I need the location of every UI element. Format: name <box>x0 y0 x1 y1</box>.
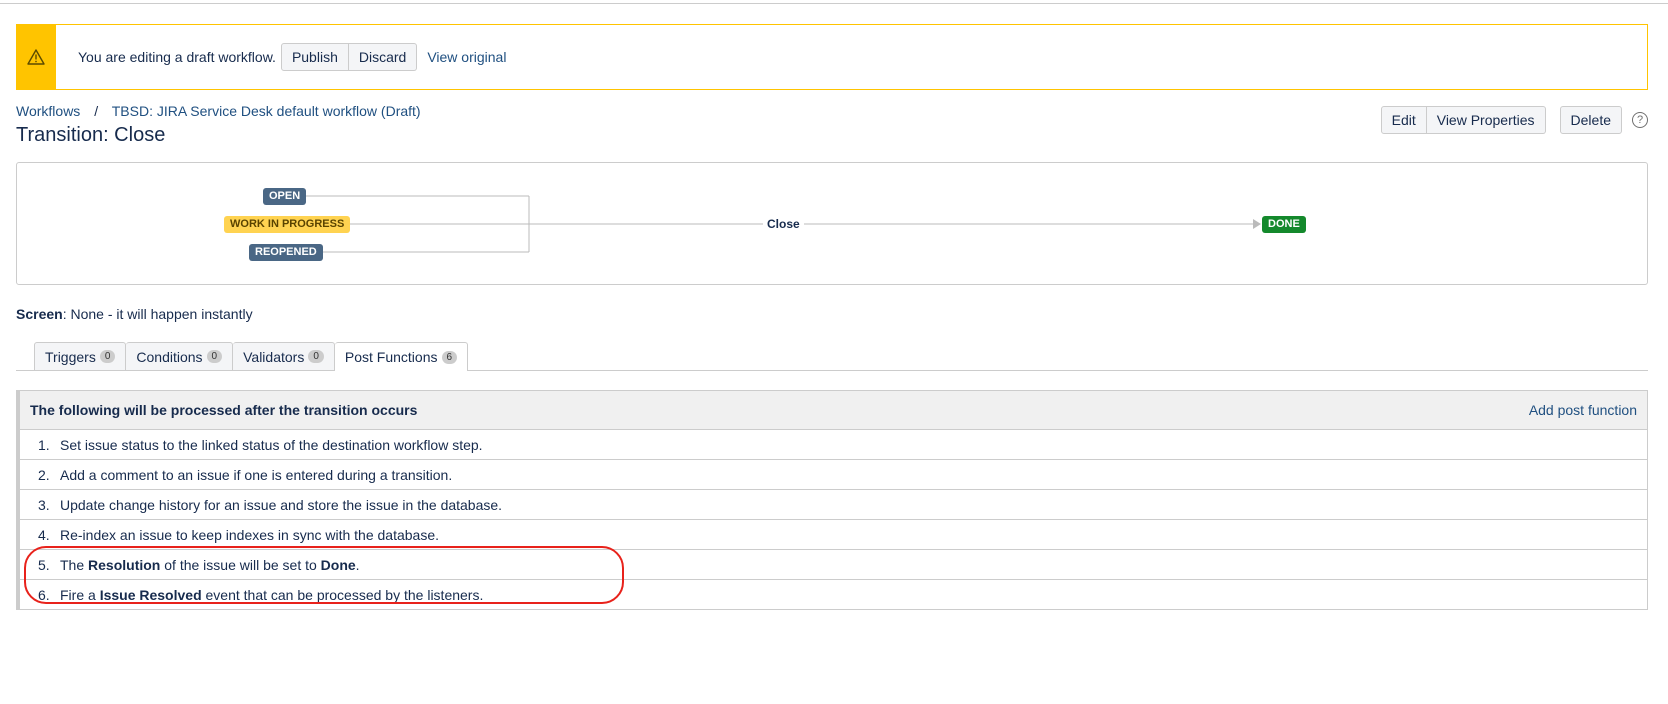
screen-label: Screen <box>16 306 63 322</box>
item-number: 5. <box>38 556 50 573</box>
tab-count-badge: 6 <box>441 350 458 364</box>
edit-button[interactable]: Edit <box>1380 106 1427 134</box>
item-text: Re-index an issue to keep indexes in syn… <box>60 526 440 543</box>
screen-value: : None - it will happen instantly <box>62 306 253 322</box>
item-number: 4. <box>38 526 50 543</box>
breadcrumb-workflow-link[interactable]: TBSD: JIRA Service Desk default workflow… <box>112 103 421 119</box>
list-item: 5. The Resolution of the issue will be s… <box>20 550 1647 580</box>
publish-button[interactable]: Publish <box>280 43 349 71</box>
help-icon[interactable]: ? <box>1632 112 1648 128</box>
screen-info: Screen: None - it will happen instantly <box>16 306 253 322</box>
breadcrumb-separator: / <box>94 103 99 119</box>
transition-tabs: Triggers 0 Conditions 0 Validators 0 Pos… <box>34 342 469 371</box>
item-text: Add a comment to an issue if one is ente… <box>60 466 453 483</box>
tab-count-badge: 0 <box>308 350 324 363</box>
tab-label: Conditions <box>136 348 203 365</box>
item-text: The Resolution of the issue will be set … <box>60 557 360 573</box>
item-number: 2. <box>38 466 50 483</box>
tab-label: Validators <box>243 348 305 365</box>
item-text-post: event that can be processed by the liste… <box>201 586 484 603</box>
tab-conditions[interactable]: Conditions 0 <box>126 342 234 370</box>
tab-triggers[interactable]: Triggers 0 <box>34 342 127 370</box>
item-number: 1. <box>38 436 50 453</box>
list-item: 4. Re-index an issue to keep indexes in … <box>20 520 1647 550</box>
item-text-mid: of the issue will be set to <box>160 556 321 573</box>
tab-count-badge: 0 <box>99 350 116 363</box>
draft-actions: Publish Discard <box>280 43 418 71</box>
tab-validators[interactable]: Validators 0 <box>233 342 335 370</box>
event-name: Issue Resolved <box>99 586 202 603</box>
edit-actions-group: Edit View Properties <box>1380 106 1546 134</box>
list-item: 6. Fire a Issue Resolved event that can … <box>20 580 1647 609</box>
warning-icon <box>16 25 56 89</box>
top-divider <box>0 0 1668 4</box>
post-functions-title: The following will be processed after th… <box>30 402 418 418</box>
status-work-in-progress: WORK IN PROGRESS <box>224 216 351 233</box>
transition-label: Close <box>763 217 804 231</box>
item-text-pre: Fire a <box>60 586 100 603</box>
item-text: Fire a Issue Resolved event that can be … <box>60 587 483 603</box>
breadcrumb: Workflows / TBSD: JIRA Service Desk defa… <box>16 103 421 119</box>
discard-button[interactable]: Discard <box>348 43 418 71</box>
resolution-term: Resolution <box>88 556 161 573</box>
resolution-value: Done <box>320 556 356 573</box>
arrow-head-icon <box>1253 219 1261 229</box>
status-reopened: REOPENED <box>249 244 323 261</box>
page-title: Transition: Close <box>16 124 166 146</box>
item-text-pre: The <box>60 556 89 573</box>
delete-button[interactable]: Delete <box>1559 106 1622 134</box>
draft-warning-banner: You are editing a draft workflow. Publis… <box>16 24 1648 90</box>
item-text-post: . <box>355 556 360 573</box>
item-text: Set issue status to the linked status of… <box>60 436 483 453</box>
list-item: 2. Add a comment to an issue if one is e… <box>20 460 1647 490</box>
post-functions-header: The following will be processed after th… <box>20 391 1647 430</box>
tab-count-badge: 0 <box>206 350 223 363</box>
list-item: 1. Set issue status to the linked status… <box>20 430 1647 460</box>
add-post-function-link[interactable]: Add post function <box>1529 402 1637 418</box>
status-done: DONE <box>1262 216 1306 233</box>
item-number: 6. <box>38 586 50 603</box>
transition-diagram: OPEN WORK IN PROGRESS REOPENED Close DON… <box>16 162 1648 285</box>
post-functions-panel: The following will be processed after th… <box>16 390 1648 610</box>
tab-label: Post Functions <box>344 349 438 365</box>
view-properties-button[interactable]: View Properties <box>1426 106 1546 134</box>
transition-actions: Edit View Properties Delete ? <box>1376 106 1668 134</box>
view-original-link[interactable]: View original <box>427 49 506 65</box>
list-item: 3. Update change history for an issue an… <box>20 490 1647 520</box>
breadcrumb-workflows-link[interactable]: Workflows <box>16 103 80 119</box>
status-open: OPEN <box>263 188 307 205</box>
tab-label: Triggers <box>45 348 96 365</box>
draft-message: You are editing a draft workflow. <box>78 49 276 65</box>
item-text: Update change history for an issue and s… <box>60 496 503 513</box>
tab-post-functions[interactable]: Post Functions 6 <box>334 342 469 371</box>
item-number: 3. <box>38 496 50 513</box>
